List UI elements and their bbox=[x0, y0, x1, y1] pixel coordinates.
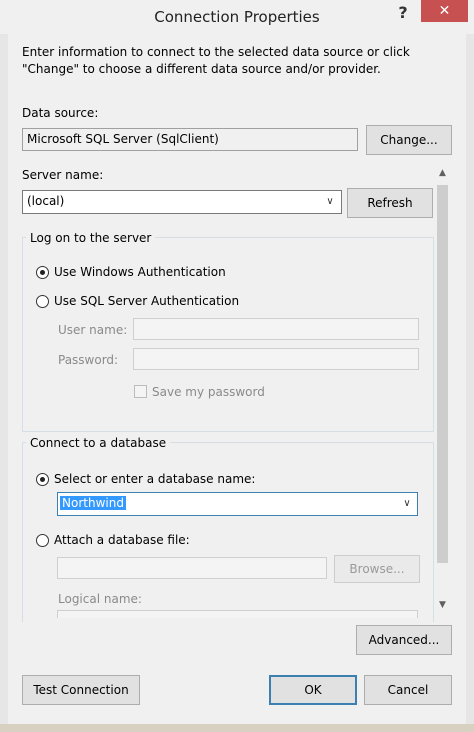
logical-name-field bbox=[57, 610, 418, 618]
cancel-button[interactable]: Cancel bbox=[364, 675, 452, 705]
data-source-field: Microsoft SQL Server (SqlClient) bbox=[22, 128, 358, 151]
database-name-value: Northwind bbox=[60, 496, 126, 510]
window-frame-right bbox=[466, 34, 474, 724]
windows-auth-radio[interactable] bbox=[36, 266, 49, 279]
select-database-radio[interactable] bbox=[36, 473, 49, 486]
close-icon: ✕ bbox=[438, 3, 451, 19]
select-database-label[interactable]: Select or enter a database name: bbox=[54, 472, 255, 486]
scroll-down-icon[interactable]: ▼ bbox=[434, 600, 451, 610]
scroll-up-icon[interactable]: ▲ bbox=[434, 168, 451, 178]
username-field bbox=[133, 318, 419, 340]
save-password-label: Save my password bbox=[152, 385, 265, 399]
password-field bbox=[133, 348, 419, 370]
logon-group-title: Log on to the server bbox=[26, 231, 156, 245]
taskbar bbox=[0, 724, 474, 732]
logical-name-label: Logical name: bbox=[58, 592, 142, 606]
ok-button[interactable]: OK bbox=[269, 675, 357, 705]
window-frame-left bbox=[0, 34, 8, 724]
attach-file-field bbox=[57, 557, 327, 579]
help-button[interactable]: ? bbox=[393, 0, 413, 28]
sql-auth-label[interactable]: Use SQL Server Authentication bbox=[54, 294, 239, 308]
change-button[interactable]: Change... bbox=[366, 125, 452, 155]
attach-file-radio[interactable] bbox=[36, 534, 49, 547]
password-label: Password: bbox=[58, 353, 119, 367]
server-name-value: (local) bbox=[27, 194, 65, 208]
instructions-text: Enter information to connect to the sele… bbox=[22, 45, 410, 76]
database-group-title: Connect to a database bbox=[26, 436, 171, 450]
database-name-combobox[interactable]: Northwind bbox=[57, 492, 418, 516]
sql-auth-radio[interactable] bbox=[36, 295, 49, 308]
username-label: User name: bbox=[58, 323, 128, 337]
chevron-down-icon[interactable]: ∨ bbox=[322, 193, 338, 211]
test-connection-button[interactable]: Test Connection bbox=[22, 675, 140, 705]
scrollbar-thumb[interactable] bbox=[437, 185, 448, 563]
server-name-combobox[interactable]: (local) bbox=[22, 190, 342, 214]
server-name-label: Server name: bbox=[22, 168, 104, 182]
chevron-down-icon[interactable]: ∨ bbox=[399, 495, 415, 513]
refresh-button[interactable]: Refresh bbox=[347, 188, 433, 218]
advanced-button[interactable]: Advanced... bbox=[356, 625, 452, 655]
browse-button: Browse... bbox=[334, 555, 420, 583]
data-source-label: Data source: bbox=[22, 106, 99, 120]
attach-file-label[interactable]: Attach a database file: bbox=[54, 533, 190, 547]
save-password-checkbox bbox=[134, 385, 147, 398]
close-button[interactable]: ✕ bbox=[421, 0, 468, 22]
windows-auth-label[interactable]: Use Windows Authentication bbox=[54, 265, 226, 279]
